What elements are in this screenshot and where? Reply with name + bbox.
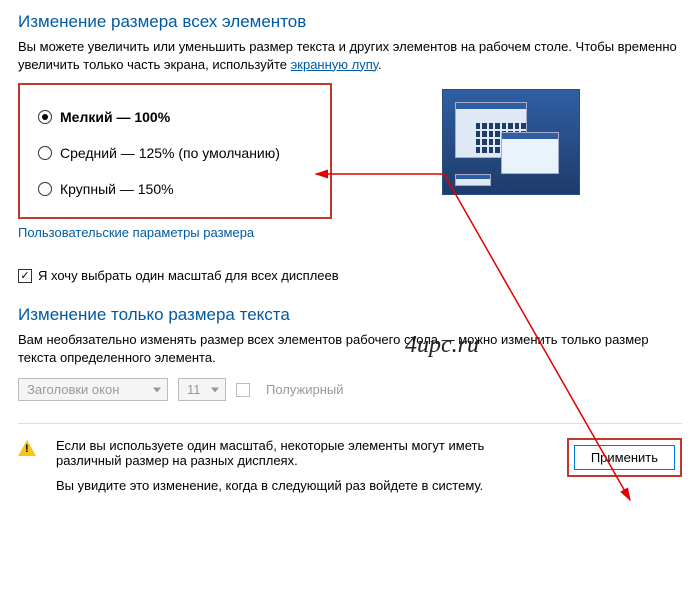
radio-icon — [38, 110, 52, 124]
display-preview-image — [442, 89, 580, 195]
bold-label: Полужирный — [266, 382, 344, 397]
divider — [18, 423, 682, 424]
radio-label: Крупный — 150% — [60, 181, 174, 197]
section-desc-size-all: Вы можете увеличить или уменьшить размер… — [18, 38, 682, 73]
bold-checkbox[interactable] — [236, 383, 250, 397]
radio-medium[interactable]: Средний — 125% (по умолчанию) — [38, 145, 280, 161]
section-desc-text-only: Вам необязательно изменять размер всех э… — [18, 331, 682, 366]
checkbox-icon — [18, 269, 32, 283]
size-options-box: Мелкий — 100% Средний — 125% (по умолчан… — [18, 83, 332, 219]
warning-icon — [18, 440, 36, 456]
apply-button[interactable]: Применить — [574, 445, 675, 470]
section-title-text-only: Изменение только размера текста — [18, 305, 682, 325]
radio-icon — [38, 146, 52, 160]
apply-highlight-box: Применить — [567, 438, 682, 477]
warning-line-1: Если вы используете один масштаб, некото… — [56, 438, 547, 468]
warning-text-block: Если вы используете один масштаб, некото… — [56, 438, 547, 503]
single-scale-checkbox[interactable]: Я хочу выбрать один масштаб для всех дис… — [18, 268, 682, 283]
radio-small[interactable]: Мелкий — 100% — [38, 109, 280, 125]
section-title-size-all: Изменение размера всех элементов — [18, 12, 682, 32]
watermark-text: 4upc.ru — [405, 332, 479, 359]
custom-size-link[interactable]: Пользовательские параметры размера — [18, 225, 254, 240]
radio-label: Средний — 125% (по умолчанию) — [60, 145, 280, 161]
font-size-select[interactable]: 11 — [178, 378, 226, 401]
magnifier-link[interactable]: экранную лупу — [291, 57, 378, 72]
element-select[interactable]: Заголовки окон — [18, 378, 168, 401]
radio-label: Мелкий — 100% — [60, 109, 170, 125]
radio-large[interactable]: Крупный — 150% — [38, 181, 280, 197]
desc-period: . — [378, 57, 382, 72]
radio-icon — [38, 182, 52, 196]
checkbox-label: Я хочу выбрать один масштаб для всех дис… — [38, 268, 339, 283]
warning-line-2: Вы увидите это изменение, когда в следую… — [56, 478, 547, 493]
